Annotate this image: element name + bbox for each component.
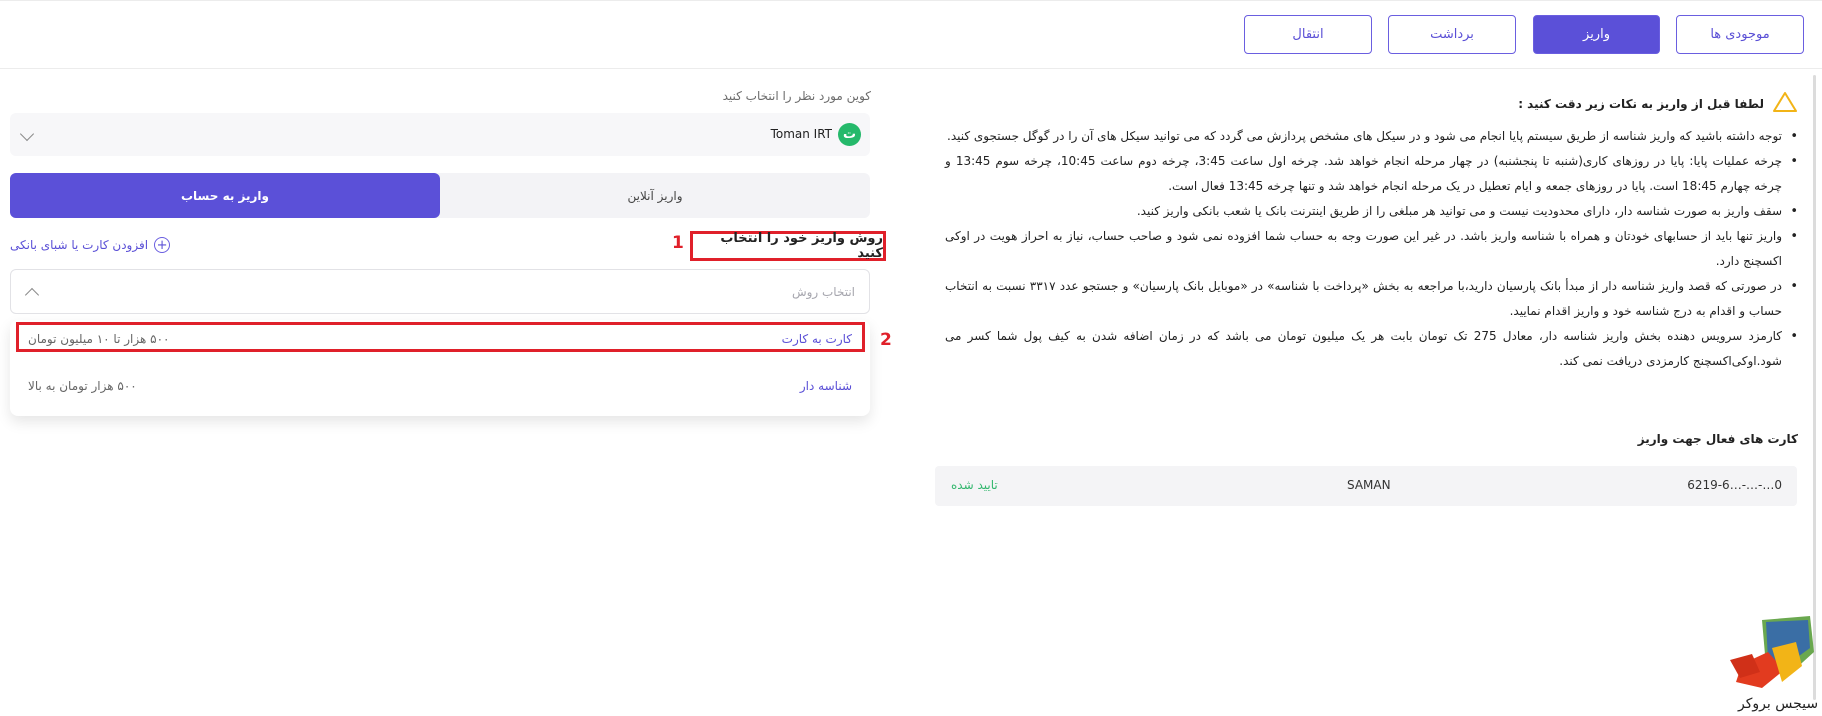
bank-card-row: تایید شده SAMAN 6219-6…-…-…0 — [935, 466, 1797, 506]
option-range: ۵۰۰ هزار تومان به بالا — [28, 379, 137, 393]
coin-name: Toman IRT — [770, 127, 832, 141]
chevron-up-icon — [24, 287, 40, 303]
notice-header: لطفا قبل از واریز به نکات زیر دقت کنید : — [1518, 91, 1798, 117]
option-name: شناسه دار — [799, 379, 852, 393]
notice-item: چرخه عملیات پایا: پایا در روزهای کاری(شن… — [945, 149, 1800, 199]
add-card-label: افزودن کارت یا شبای بانکی — [10, 238, 149, 252]
tab-transfer[interactable]: انتقال — [1244, 15, 1372, 54]
coin-label: کوین مورد نظر را انتخاب کنید — [722, 89, 871, 103]
method-select-placeholder: انتخاب روش — [791, 285, 855, 299]
warning-icon — [1772, 91, 1798, 117]
plus-circle-icon: + — [154, 237, 171, 253]
card-bank-name: SAMAN — [1347, 478, 1391, 492]
tabs-divider — [0, 68, 1822, 69]
choose-method-label: روش واریز خود را انتخاب کنید — [690, 231, 886, 261]
annotation-number-2: 2 — [880, 330, 892, 350]
notice-item: در صورتی که قصد واریز شناسه دار از مبدأ … — [945, 274, 1800, 324]
option-card-to-card[interactable]: کارت به کارت ۵۰۰ هزار تا ۱۰ میلیون تومان — [10, 320, 870, 360]
method-select[interactable]: انتخاب روش — [10, 269, 870, 314]
option-range: ۵۰۰ هزار تا ۱۰ میلیون تومان — [28, 332, 170, 346]
online-deposit-button[interactable]: واریز آنلاین — [440, 173, 870, 218]
annotation-number-1: 1 — [672, 233, 684, 253]
chevron-down-icon — [19, 126, 35, 142]
tab-balances[interactable]: موجودی ها — [1676, 15, 1804, 54]
watermark-text: سیجس بروکر — [1738, 696, 1819, 712]
card-status-badge: تایید شده — [951, 478, 998, 492]
card-number: 6219-6…-…-…0 — [1687, 478, 1782, 492]
add-card-link[interactable]: + افزودن کارت یا شبای بانکی — [10, 237, 171, 253]
toman-coin-icon: ت — [838, 123, 861, 146]
active-cards-title: کارت های فعال جهت واریز — [1637, 432, 1798, 446]
notice-item: کارمزد سرویس دهنده بخش واریز شناسه دار، … — [945, 324, 1800, 374]
notice-item: سقف واریز به صورت شناسه دار، دارای محدود… — [945, 199, 1800, 224]
notice-title: لطفا قبل از واریز به نکات زیر دقت کنید : — [1518, 97, 1764, 111]
deposit-method-toggle: واریز آنلاین واریز به حساب — [10, 173, 870, 218]
notice-list: توجه داشته باشید که واریز شناسه از طریق … — [945, 124, 1800, 374]
account-deposit-button[interactable]: واریز به حساب — [10, 173, 440, 218]
tab-deposit[interactable]: واریز — [1533, 15, 1660, 54]
option-name: کارت به کارت — [781, 332, 852, 346]
notice-item: توجه داشته باشید که واریز شناسه از طریق … — [945, 124, 1800, 149]
top-border — [0, 0, 1822, 3]
notice-item: واریز تنها باید از حسابهای خودتان و همرا… — [945, 224, 1800, 274]
method-options-list: کارت به کارت ۵۰۰ هزار تا ۱۰ میلیون تومان… — [10, 320, 870, 416]
scrollbar[interactable] — [1813, 75, 1816, 700]
option-identified-deposit[interactable]: شناسه دار ۵۰۰ هزار تومان به بالا — [10, 367, 870, 407]
coin-select[interactable]: ت Toman IRT — [10, 113, 870, 156]
tab-withdraw[interactable]: برداشت — [1388, 15, 1516, 54]
